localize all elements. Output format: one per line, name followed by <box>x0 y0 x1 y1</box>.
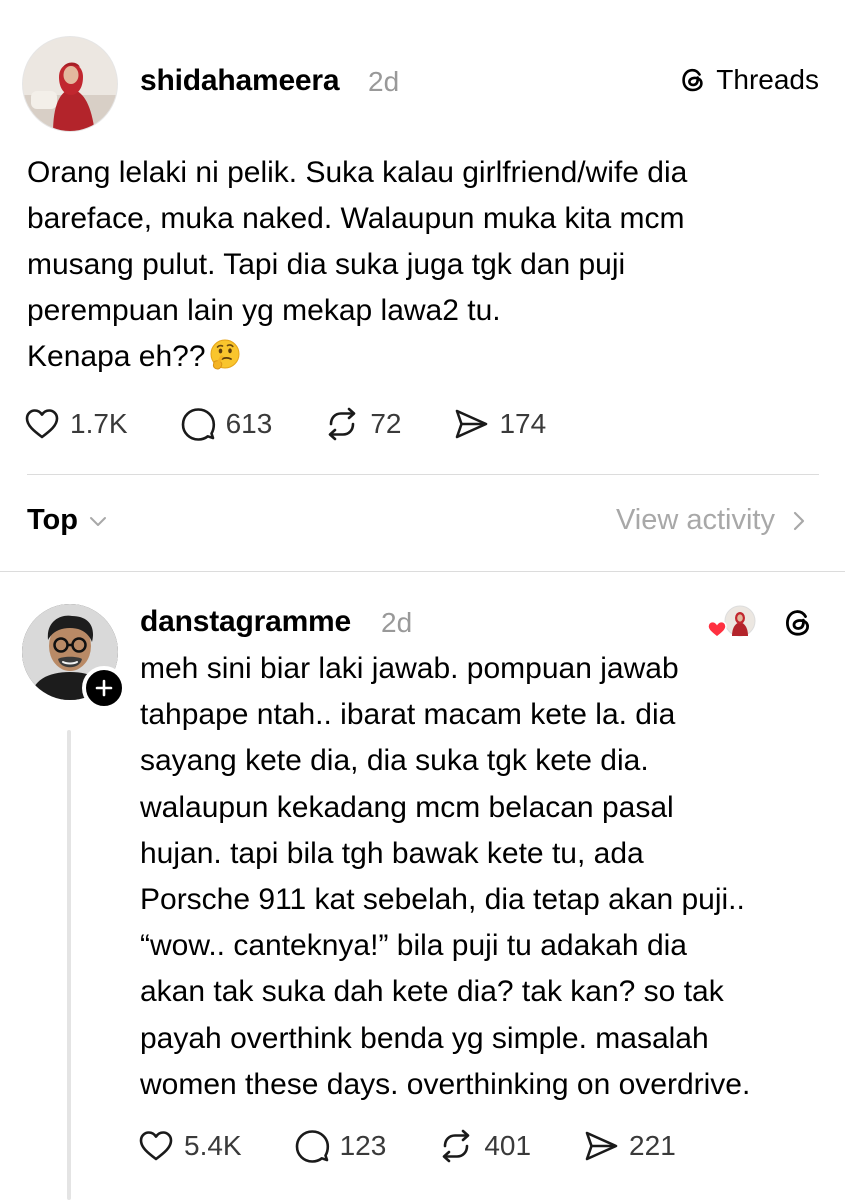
chevron-down-icon <box>90 516 106 526</box>
like-button[interactable]: 5.4K <box>136 1126 242 1166</box>
reply-line: women these days. overthinking on overdr… <box>140 1067 751 1101</box>
divider <box>0 571 845 572</box>
sort-dropdown[interactable]: Top <box>27 504 110 537</box>
reply-actions: 5.4K 123 401 221 <box>136 1126 726 1166</box>
post-actions: 1.7K 613 72 174 <box>22 404 596 444</box>
share-count: 174 <box>499 408 547 439</box>
reply-count: 123 <box>339 1130 387 1161</box>
reply-line: “wow.. canteknya!” bila puji tu adakah d… <box>140 929 687 963</box>
reply-line: meh sini biar laki jawab. pompuan jawab <box>140 652 679 685</box>
threads-screenshot: shidahameera 2d Threads Orang lelaki ni … <box>0 0 845 1200</box>
view-activity-label: View activity <box>615 504 775 536</box>
liked-by-author-indicator <box>707 605 756 638</box>
threads-label: Threads <box>716 64 819 95</box>
share-button[interactable]: 221 <box>581 1126 676 1166</box>
post-line: perempuan lain yg mekap lawa2 tu. <box>27 294 501 327</box>
post-timestamp: 2d <box>368 66 400 97</box>
like-count: 1.7K <box>70 408 128 439</box>
post-line-last: Kenapa eh?? <box>27 334 817 380</box>
profile-photo <box>23 37 117 131</box>
threads-logo[interactable]: Threads <box>678 64 819 96</box>
author-username[interactable]: shidahameera <box>140 64 340 98</box>
comment-icon <box>295 1130 329 1163</box>
avatar[interactable] <box>22 36 118 132</box>
repost-count: 72 <box>370 408 402 439</box>
comment-icon <box>181 408 215 441</box>
reply-count: 613 <box>225 408 273 439</box>
like-button[interactable]: 1.7K <box>22 404 128 444</box>
thread-connector-line <box>67 730 71 1200</box>
follow-button[interactable] <box>82 666 126 710</box>
reply-line: tahpape ntah.. ibarat macam kete la. dia <box>140 698 676 732</box>
post-line: Orang lelaki ni pelik. Suka kalau girlfr… <box>27 156 688 189</box>
post-header: shidahameera 2d Threads <box>0 0 845 150</box>
reply-button[interactable]: 613 <box>178 404 273 444</box>
threads-icon <box>682 68 703 92</box>
reply-line: Porsche 911 kat sebelah, dia tetap akan … <box>140 883 745 917</box>
send-icon <box>456 409 488 439</box>
repost-count: 401 <box>484 1130 532 1161</box>
post-line: musang pulut. Tapi dia suka juga tgk dan… <box>27 248 626 281</box>
reply-line: sayang kete dia, dia suka tgk kete dia. <box>140 744 649 778</box>
threads-icon[interactable] <box>781 606 815 640</box>
reply-button[interactable]: 123 <box>292 1126 387 1166</box>
reply-author-username[interactable]: danstagramme <box>140 605 351 639</box>
like-count: 5.4K <box>184 1130 242 1161</box>
heart-icon <box>707 620 727 638</box>
reply-line: payah overthink benda yg simple. masalah <box>140 1021 709 1055</box>
post-line: Kenapa eh?? <box>27 340 206 373</box>
repost-button[interactable]: 72 <box>322 404 401 444</box>
post-text: Orang lelaki ni pelik. Suka kalau girlfr… <box>27 150 817 380</box>
send-icon <box>585 1131 618 1161</box>
reply-line: walaupun kekadang mcm belacan pasal <box>140 790 674 824</box>
sort-label: Top <box>27 504 78 536</box>
divider <box>27 474 819 475</box>
plus-icon <box>95 679 113 697</box>
post-line: bareface, muka naked. Walaupun muka kita… <box>27 202 685 235</box>
reply-timestamp: 2d <box>381 607 413 638</box>
heart-icon <box>139 1131 173 1161</box>
view-activity-link[interactable]: View activity <box>616 504 809 537</box>
share-button[interactable]: 174 <box>451 404 546 444</box>
heart-icon <box>25 409 59 439</box>
repost-icon <box>443 1129 470 1163</box>
chevron-right-icon <box>793 511 805 530</box>
reply-line: hujan. tapi bila tgh bawak kete tu, ada <box>140 836 644 870</box>
reply-text: meh sini biar laki jawab. pompuan jawab … <box>140 646 830 1108</box>
share-count: 221 <box>629 1130 676 1161</box>
thinking-face-icon <box>210 339 240 370</box>
reply-line: akan tak suka dah kete dia? tak kan? so … <box>140 975 724 1009</box>
repost-button[interactable]: 401 <box>436 1126 531 1166</box>
repost-icon <box>329 407 356 441</box>
